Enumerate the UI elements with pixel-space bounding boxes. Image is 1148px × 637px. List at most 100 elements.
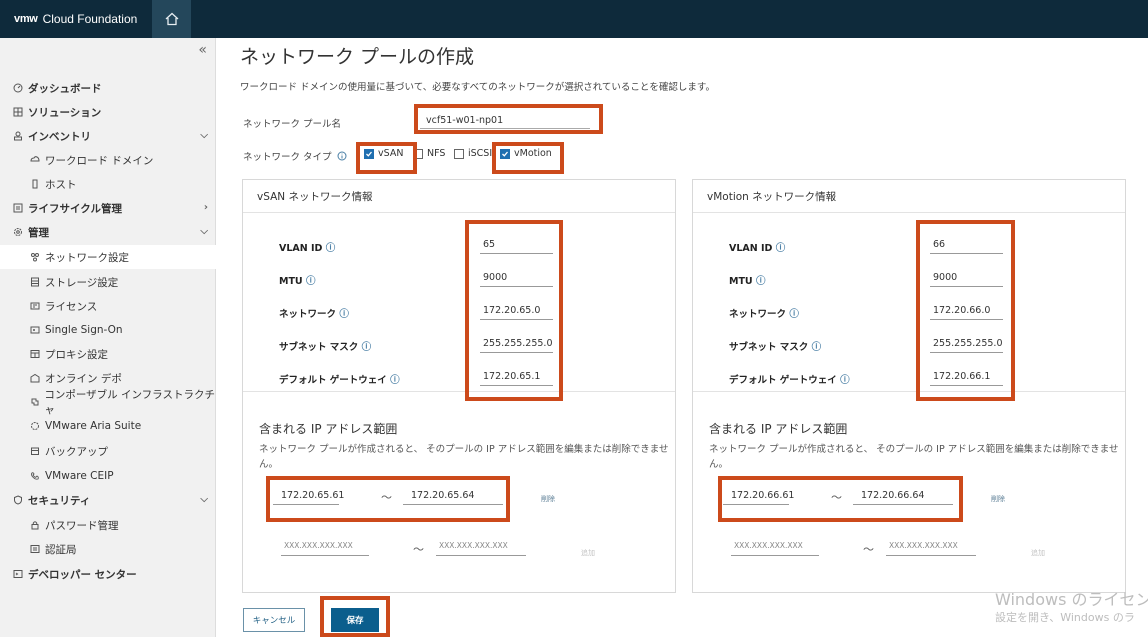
info-icon[interactable]: ⓘ xyxy=(326,243,336,254)
info-icon[interactable] xyxy=(337,151,347,161)
highlight-vsan-range xyxy=(266,476,510,522)
sidebar-item-security[interactable]: セキュリティ ⌵ xyxy=(0,488,216,512)
mtu-label: MTU ⓘ xyxy=(729,276,766,287)
ip-range-title: 含まれる IP アドレス範囲 xyxy=(259,422,398,436)
cancel-button[interactable]: キャンセル xyxy=(243,608,305,632)
highlight-vmotion-checkbox xyxy=(492,142,564,174)
ip-range-title: 含まれる IP アドレス範囲 xyxy=(709,422,848,436)
range-separator: ～ xyxy=(413,543,424,556)
highlight-vsan-fields xyxy=(465,220,563,401)
info-icon[interactable]: ⓘ xyxy=(306,276,316,287)
sso-icon xyxy=(29,324,41,336)
developer-icon xyxy=(12,568,24,580)
checkbox-iscsi[interactable]: iSCSI xyxy=(454,148,492,159)
sidebar: « ダッシュボード ソリューション インベントリ ⌵ ワークロード ドメイン ホ… xyxy=(0,38,216,637)
gateway-label: デフォルト ゲートウェイ ⓘ xyxy=(279,375,400,386)
sidebar-item-sso[interactable]: Single Sign-On xyxy=(0,318,216,342)
chevron-down-icon[interactable]: ⌵ xyxy=(200,130,208,141)
info-icon[interactable]: ⓘ xyxy=(840,375,850,386)
app-name: Cloud Foundation xyxy=(42,12,138,26)
add-range-link[interactable]: 追加 xyxy=(1031,548,1045,558)
proxy-icon xyxy=(29,348,41,360)
ip-range-description: ネットワーク プールが作成されると、 そのプールの IP アドレス範囲を編集また… xyxy=(709,444,1119,470)
sidebar-item-hosts[interactable]: ホスト xyxy=(0,172,216,196)
windows-activation-watermark: Windows のライセンス xyxy=(995,590,1148,609)
info-icon[interactable]: ⓘ xyxy=(390,375,400,386)
page-title: ネットワーク プールの作成 xyxy=(240,46,475,68)
new-range-end-input[interactable]: XXX.XXX.XXX.XXX xyxy=(886,541,976,556)
divider xyxy=(693,391,1125,392)
lifecycle-icon xyxy=(12,202,24,214)
ceip-icon xyxy=(29,470,41,482)
main-content: ネットワーク プールの作成 ワークロード ドメインの使用量に基づいて、必要なすべ… xyxy=(216,38,1148,637)
sidebar-item-admin[interactable]: 管理 ⌵ xyxy=(0,220,216,244)
info-icon[interactable]: ⓘ xyxy=(756,276,766,287)
sidebar-item-password-management[interactable]: パスワード管理 xyxy=(0,513,216,537)
top-bar: vmw Cloud Foundation xyxy=(0,0,1148,38)
sidebar-item-backup[interactable]: バックアップ xyxy=(0,439,216,463)
info-icon[interactable]: ⓘ xyxy=(776,243,786,254)
storage-icon xyxy=(29,276,41,288)
chevron-down-icon[interactable]: ⌵ xyxy=(200,226,208,237)
info-icon[interactable]: ⓘ xyxy=(339,309,349,320)
windows-activation-watermark-sub: 設定を開き、Windows のラ xyxy=(995,611,1135,624)
info-icon[interactable]: ⓘ xyxy=(362,342,372,353)
admin-gear-icon xyxy=(12,226,24,238)
backup-icon xyxy=(29,445,41,457)
vmotion-panel-title: vMotion ネットワーク情報 xyxy=(693,180,1125,213)
ip-range-description: ネットワーク プールが作成されると、 そのプールの IP アドレス範囲を編集また… xyxy=(259,444,669,470)
sidebar-item-inventory[interactable]: インベントリ ⌵ xyxy=(0,124,216,148)
checkbox-nfs[interactable]: NFS xyxy=(413,148,445,159)
sidebar-item-solutions[interactable]: ソリューション xyxy=(0,100,216,124)
highlight-vsan-checkbox xyxy=(356,142,417,174)
chevron-right-icon[interactable]: › xyxy=(204,202,208,213)
gateway-label: デフォルト ゲートウェイ ⓘ xyxy=(729,375,850,386)
sidebar-item-licensing[interactable]: ライセンス xyxy=(0,294,216,318)
sidebar-item-lifecycle[interactable]: ライフサイクル管理 › xyxy=(0,196,216,220)
pool-name-label: ネットワーク プール名 xyxy=(243,119,342,130)
vsan-panel-title: vSAN ネットワーク情報 xyxy=(243,180,675,213)
vlan-label: VLAN ID ⓘ xyxy=(729,243,786,254)
solutions-icon xyxy=(12,106,24,118)
depot-icon xyxy=(29,372,41,384)
new-range-start-input[interactable]: XXX.XXX.XXX.XXX xyxy=(281,541,369,556)
chevron-down-icon[interactable]: ⌵ xyxy=(200,494,208,505)
network-label: ネットワーク ⓘ xyxy=(279,309,349,320)
workload-domain-icon xyxy=(29,154,41,166)
new-range-start-input[interactable]: XXX.XXX.XXX.XXX xyxy=(731,541,819,556)
vmw-logo: vmw xyxy=(14,13,38,25)
vlan-label: VLAN ID ⓘ xyxy=(279,243,336,254)
brand[interactable]: vmw Cloud Foundation xyxy=(14,11,137,27)
sidebar-item-network-settings[interactable]: ネットワーク設定 xyxy=(0,245,216,269)
home-icon xyxy=(165,12,178,26)
sidebar-item-developer-center[interactable]: デベロッパー センター xyxy=(0,562,216,586)
license-icon xyxy=(29,300,41,312)
info-icon[interactable]: ⓘ xyxy=(789,309,799,320)
checkbox-unchecked-icon xyxy=(454,148,464,159)
sidebar-item-composable-infra[interactable]: コンポーザブル インフラストラクチャ xyxy=(0,389,216,416)
collapse-sidebar-icon[interactable]: « xyxy=(198,42,207,58)
new-range-end-input[interactable]: XXX.XXX.XXX.XXX xyxy=(436,541,526,556)
info-icon[interactable]: ⓘ xyxy=(812,342,822,353)
vmotion-network-panel: vMotion ネットワーク情報 VLAN ID ⓘ 66 MTU ⓘ 9000… xyxy=(692,179,1126,593)
network-icon xyxy=(29,251,41,263)
sidebar-item-aria-suite[interactable]: VMware Aria Suite xyxy=(0,414,216,438)
delete-range-link[interactable]: 削除 xyxy=(541,494,555,504)
highlight-vmotion-fields xyxy=(916,220,1015,401)
page-description: ワークロード ドメインの使用量に基づいて、必要なすべてのネットワークが選択されて… xyxy=(240,82,715,93)
certificate-icon xyxy=(29,543,41,555)
home-button[interactable] xyxy=(152,0,191,38)
mtu-label: MTU ⓘ xyxy=(279,276,316,287)
sidebar-item-ceip[interactable]: VMware CEIP xyxy=(0,464,216,488)
sidebar-item-certificate-authority[interactable]: 認証局 xyxy=(0,537,216,561)
save-button[interactable]: 保存 xyxy=(331,608,379,632)
sidebar-item-dashboard[interactable]: ダッシュボード xyxy=(0,76,216,100)
host-icon xyxy=(29,178,41,190)
vsan-network-panel: vSAN ネットワーク情報 VLAN ID ⓘ 65 MTU ⓘ 9000 ネッ… xyxy=(242,179,676,593)
sidebar-item-workload-domains[interactable]: ワークロード ドメイン xyxy=(0,148,216,172)
sidebar-item-storage-settings[interactable]: ストレージ設定 xyxy=(0,270,216,294)
sidebar-item-proxy[interactable]: プロキシ設定 xyxy=(0,342,216,366)
composable-icon xyxy=(29,396,40,408)
delete-range-link[interactable]: 削除 xyxy=(991,494,1005,504)
add-range-link[interactable]: 追加 xyxy=(581,548,595,558)
